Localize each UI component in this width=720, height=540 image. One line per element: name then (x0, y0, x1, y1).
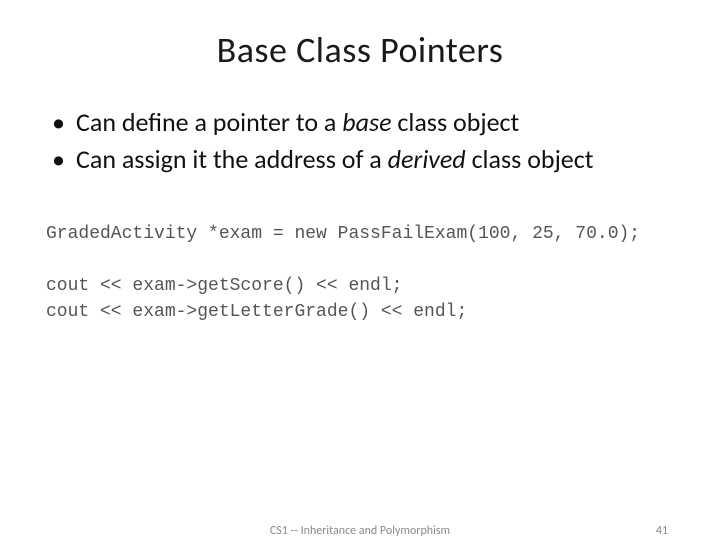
bullet-text-em: base (342, 106, 391, 138)
page-title: Base Class Pointers (42, 28, 678, 72)
code-line: GradedActivity *exam = new PassFailExam(… (46, 224, 640, 244)
bullet-text-pre: Can assign it the address of a (76, 143, 388, 175)
code-line: cout << exam->getScore() << endl; (46, 276, 402, 296)
bullet-text-post: class object (466, 143, 594, 175)
code-line: cout << exam->getLetterGrade() << endl; (46, 302, 467, 322)
list-item: Can assign it the address of a derived c… (52, 143, 678, 176)
bullet-list: Can define a pointer to a base class obj… (42, 106, 678, 177)
slide: Base Class Pointers Can define a pointer… (0, 0, 720, 540)
footer-text: CS1 -- Inheritance and Polymorphism (270, 524, 450, 538)
code-block: GradedActivity *exam = new PassFailExam(… (42, 221, 678, 325)
bullet-text-em: derived (388, 143, 466, 175)
list-item: Can define a pointer to a base class obj… (52, 106, 678, 139)
bullet-text-pre: Can define a pointer to a (76, 106, 342, 138)
bullet-text-post: class object (392, 106, 520, 138)
page-number: 41 (656, 524, 668, 538)
